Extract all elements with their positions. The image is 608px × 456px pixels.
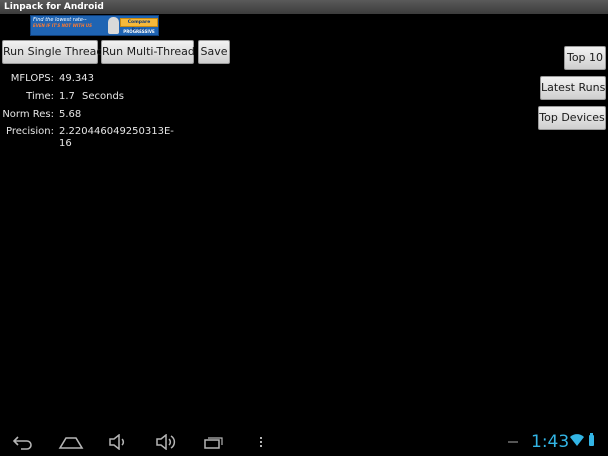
ad-brand-logo: PROGRESSIVE [123,29,155,34]
run-multi-thread-button[interactable]: Run Multi-Thread [101,40,195,64]
back-icon[interactable] [12,434,34,450]
status-clock[interactable]: 1:43 [531,430,569,454]
notification-indicator [508,441,518,443]
home-icon[interactable] [58,435,84,449]
ad-cta-button[interactable]: Compare Rates [120,18,158,33]
menu-icon[interactable] [258,436,264,448]
latest-runs-button[interactable]: Latest Runs [540,76,606,100]
ad-text: Find the lowest rate-- EVEN IF IT'S NOT … [33,17,107,28]
ad-subline: EVEN IF IT'S NOT WITH US [33,23,92,28]
time-label: Time: [26,91,54,102]
norm-res-label: Norm Res: [2,109,54,120]
time-unit: Seconds [82,91,125,102]
battery-icon [589,433,594,446]
precision-value: 2.220446049250313E-16 [59,126,174,149]
norm-res-value: 5.68 [59,109,82,120]
time-value: 1.7 [59,91,75,102]
mflops-value: 49.343 [59,73,94,84]
top-devices-button[interactable]: Top Devices [538,106,606,130]
top-10-button[interactable]: Top 10 [564,46,606,70]
save-button[interactable]: Save [198,40,230,64]
wifi-icon [570,434,584,446]
precision-label: Precision: [6,126,54,137]
run-single-thread-button[interactable]: Run Single Thread [2,40,103,64]
ad-person-image [108,17,119,34]
ad-banner[interactable]: Find the lowest rate-- EVEN IF IT'S NOT … [30,15,159,36]
window-title: Linpack for Android [0,0,608,14]
volume-up-icon[interactable] [155,434,177,450]
volume-down-icon[interactable] [108,434,128,450]
recent-apps-icon[interactable] [203,435,225,449]
mflops-label: MFLOPS: [10,73,54,84]
